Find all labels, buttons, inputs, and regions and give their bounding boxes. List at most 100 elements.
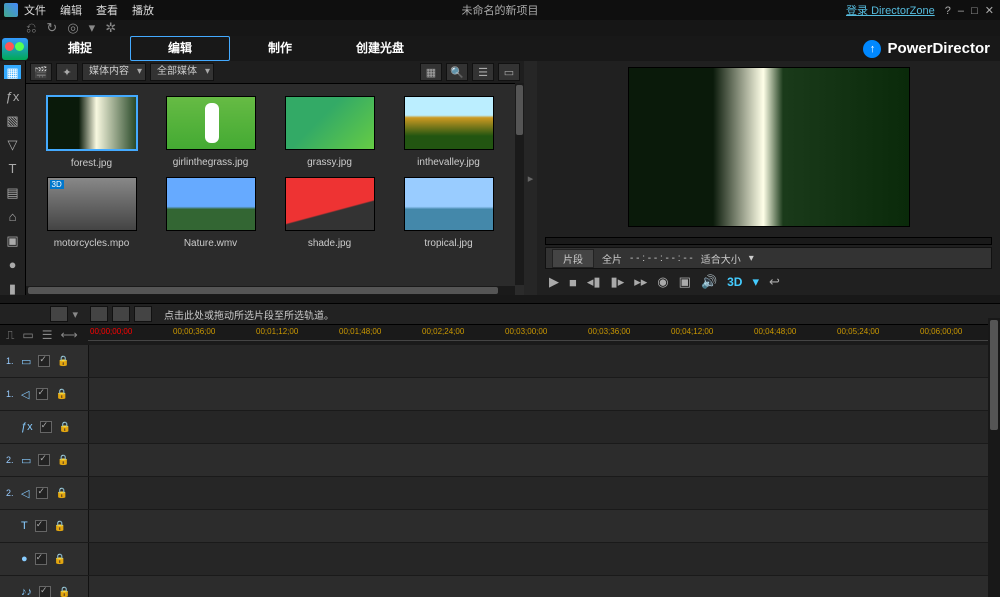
room-icon-4[interactable]: T	[4, 161, 21, 175]
ruler-scale[interactable]: 00;00;00;0000;00;36;0000;01;12;0000;01;4…	[88, 325, 1000, 345]
track-body[interactable]	[89, 378, 1000, 410]
prevframe-icon[interactable]: ◂▮	[587, 274, 601, 290]
mode-movie[interactable]: 全片	[602, 251, 622, 266]
track-head[interactable]: 1.◁🔒	[0, 378, 89, 410]
track-visible-check[interactable]	[36, 487, 48, 499]
content-dropdown[interactable]: 媒体内容	[82, 63, 146, 81]
qt-redo-icon[interactable]: ↻	[46, 20, 57, 36]
view-srch-icon[interactable]: 🔍	[446, 63, 468, 81]
import-icon[interactable]: 🎬	[30, 63, 52, 81]
track-body[interactable]	[89, 411, 1000, 443]
tab-produce[interactable]: 制作	[230, 36, 330, 61]
popout-icon[interactable]: ↩	[769, 274, 780, 290]
track-body[interactable]	[89, 576, 1000, 597]
room-icon-7[interactable]: ▣	[4, 233, 21, 247]
track-head[interactable]: ●🔒	[0, 543, 89, 575]
ins-ic1[interactable]	[90, 306, 108, 322]
fit-icon[interactable]	[50, 306, 68, 322]
close-button[interactable]: ✕	[985, 5, 994, 17]
splitter-v[interactable]: ▸	[524, 61, 537, 295]
loop-icon[interactable]: ▣	[679, 274, 691, 290]
thumb-grassy.jpg[interactable]: grassy.jpg	[272, 96, 387, 169]
ins-ic2[interactable]	[112, 306, 130, 322]
track-lock-icon[interactable]: 🔒	[59, 422, 71, 433]
preview-seek[interactable]	[545, 237, 992, 245]
qt-undo-icon[interactable]: ⎌	[26, 20, 36, 36]
track-lock-icon[interactable]: 🔒	[54, 554, 66, 565]
track-head[interactable]: 2.◁🔒	[0, 477, 89, 509]
lib-scroll-v[interactable]	[515, 83, 524, 285]
thumb-forest.jpg[interactable]: forest.jpg	[34, 96, 149, 169]
3d-button[interactable]: 3D	[727, 275, 742, 289]
room-icon-2[interactable]: ▧	[4, 113, 21, 127]
track-body[interactable]	[89, 345, 1000, 377]
ins-ic3[interactable]	[134, 306, 152, 322]
track-lock-icon[interactable]: 🔒	[54, 521, 66, 532]
menu-play[interactable]: 播放	[132, 2, 154, 18]
track-visible-check[interactable]	[40, 421, 52, 433]
track-body[interactable]	[89, 477, 1000, 509]
maximize-button[interactable]: □	[971, 5, 978, 17]
plugin-icon[interactable]: ✦	[56, 63, 78, 81]
track-head[interactable]: ♪♪🔒	[0, 576, 89, 597]
ruler-ic2[interactable]: ▭	[22, 328, 33, 342]
volume-icon[interactable]: 🔊	[701, 274, 717, 290]
room-icon-1[interactable]: ƒx	[4, 89, 21, 103]
play-icon[interactable]: ▶	[549, 274, 559, 290]
track-lock-icon[interactable]: 🔒	[55, 389, 67, 400]
thumb-motorcycles.mpo[interactable]: motorcycles.mpo	[34, 177, 149, 249]
track-body[interactable]	[89, 543, 1000, 575]
room-icon-8[interactable]: ●	[4, 257, 21, 271]
menu-edit[interactable]: 编辑	[60, 2, 82, 18]
fit-arrow-icon[interactable]: ▾	[749, 253, 754, 264]
ruler-ic3[interactable]: ☰	[42, 328, 53, 342]
ruler-ic1[interactable]: ⎍	[6, 328, 14, 343]
room-icon-0[interactable]: ▦	[4, 65, 21, 79]
view-opt-icon[interactable]: ▭	[498, 63, 520, 81]
track-lock-icon[interactable]: 🔒	[58, 587, 70, 597]
help-button[interactable]: ?	[945, 5, 951, 17]
view-list-icon[interactable]: ☰	[472, 63, 494, 81]
qt-dd-icon[interactable]: ▾	[89, 20, 96, 36]
thumb-tropical.jpg[interactable]: tropical.jpg	[391, 177, 506, 249]
track-visible-check[interactable]	[35, 553, 47, 565]
directorzone-link[interactable]: 登录 DirectorZone	[846, 2, 935, 18]
room-icon-9[interactable]: ▮	[4, 281, 21, 295]
mediatype-dropdown[interactable]: 全部媒体	[150, 63, 214, 81]
tab-edit[interactable]: 编辑	[130, 36, 230, 61]
tab-capture[interactable]: 捕捉	[30, 36, 130, 61]
qt-gear-icon[interactable]: ✲	[105, 20, 116, 36]
minimize-button[interactable]: –	[958, 5, 964, 17]
track-head[interactable]: T🔒	[0, 510, 89, 542]
track-lock-icon[interactable]: 🔒	[55, 488, 67, 499]
track-lock-icon[interactable]: 🔒	[57, 356, 69, 367]
track-visible-check[interactable]	[38, 355, 50, 367]
ruler-ic4[interactable]: ⟷	[61, 328, 78, 342]
track-visible-check[interactable]	[38, 454, 50, 466]
qt-disc-icon[interactable]: ◎	[67, 20, 78, 36]
track-body[interactable]	[89, 444, 1000, 476]
view-grid-icon[interactable]: ▦	[420, 63, 442, 81]
splitter-h[interactable]	[0, 295, 1000, 303]
room-icon-6[interactable]: ⌂	[4, 209, 21, 223]
nextframe-icon[interactable]: ▮▸	[611, 274, 625, 290]
snapshot-icon[interactable]: ◉	[657, 274, 668, 290]
track-head[interactable]: ƒx🔒	[0, 411, 89, 443]
fit-arrow2-icon[interactable]: ▾	[72, 308, 78, 321]
track-head[interactable]: 2.▭🔒	[0, 444, 89, 476]
mode-clip[interactable]: 片段	[552, 249, 594, 268]
track-visible-check[interactable]	[36, 388, 48, 400]
thumb-Nature.wmv[interactable]: Nature.wmv	[153, 177, 268, 249]
tab-disc[interactable]: 创建光盘	[330, 36, 430, 61]
track-head[interactable]: 1.▭🔒	[0, 345, 89, 377]
thumb-girlinthegrass.jpg[interactable]: girlinthegrass.jpg	[153, 96, 268, 169]
stop-icon[interactable]: ■	[569, 275, 577, 290]
thumb-inthevalley.jpg[interactable]: inthevalley.jpg	[391, 96, 506, 169]
thumb-shade.jpg[interactable]: shade.jpg	[272, 177, 387, 249]
track-visible-check[interactable]	[39, 586, 51, 597]
menu-file[interactable]: 文件	[24, 2, 46, 18]
lib-scroll-h[interactable]	[26, 286, 515, 295]
room-icon-3[interactable]: ▽	[4, 137, 21, 151]
track-visible-check[interactable]	[35, 520, 47, 532]
3d-arrow-icon[interactable]: ▾	[752, 274, 759, 290]
